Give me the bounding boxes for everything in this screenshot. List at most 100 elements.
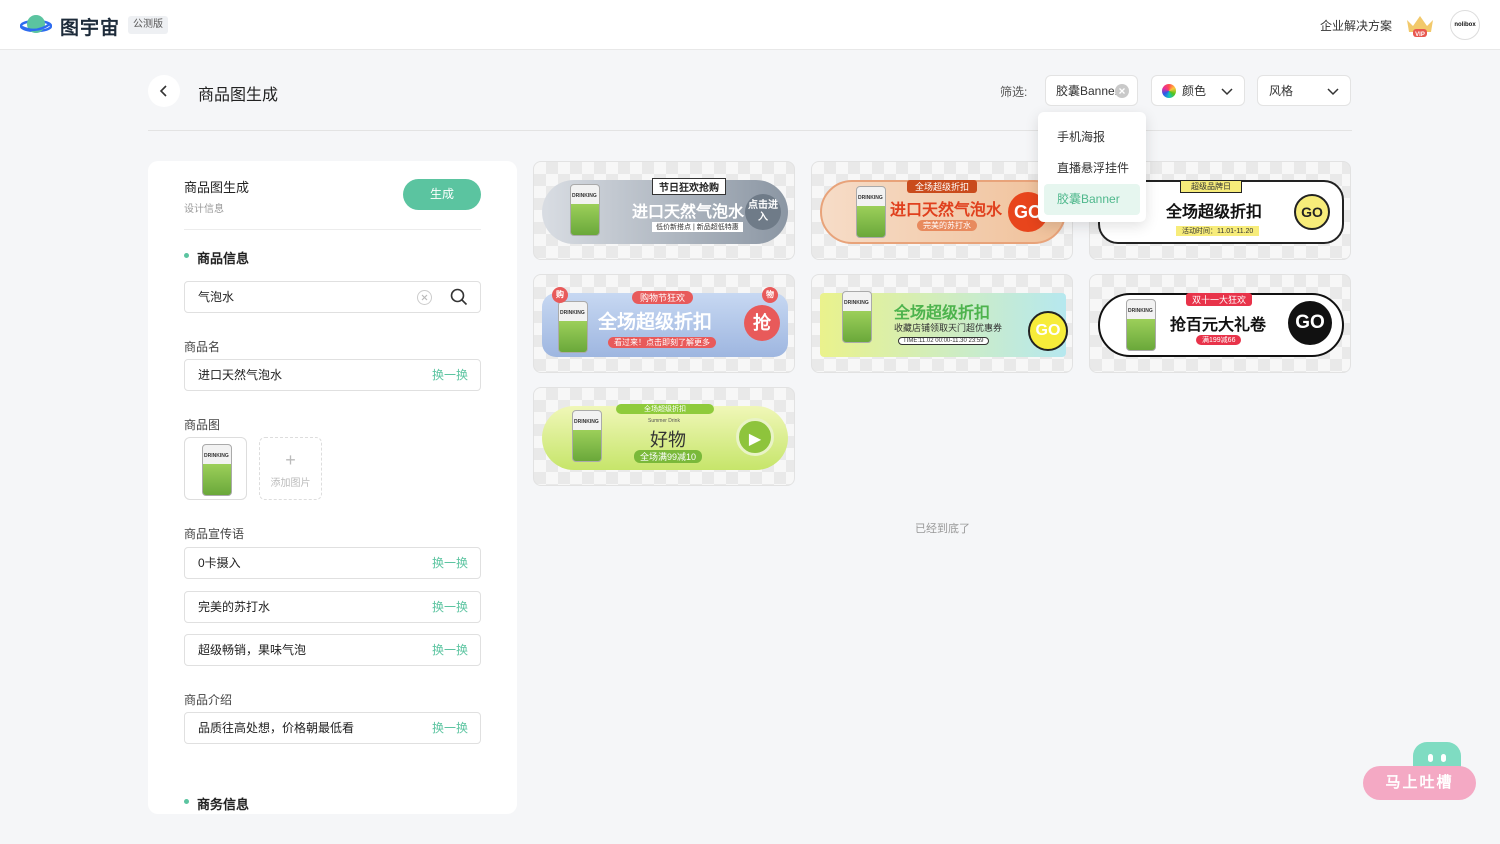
product-name-label: 商品名 <box>184 340 221 354</box>
planet-logo-icon[interactable] <box>20 12 52 38</box>
banner-left-badge: 购 <box>552 287 568 303</box>
slogan-field[interactable]: 0卡摄入 换一换 <box>184 547 481 579</box>
add-image-button[interactable]: + 添加图片 <box>259 437 322 500</box>
chevron-left-icon <box>159 85 167 97</box>
panel-divider <box>184 229 481 230</box>
intro-field[interactable]: 品质往高处想，价格朝最低看 换一换 <box>184 712 481 744</box>
filter-type-dropdown: 手机海报 直播悬浮挂件 胶囊Banner <box>1038 112 1146 222</box>
dropdown-item-mobile-poster[interactable]: 手机海报 <box>1038 122 1146 153</box>
banner-body: 购 物 购物节狂欢 全场超级折扣 看过来！点击即刻了解更多 抢 <box>542 287 788 357</box>
product-image-label: 商品图 <box>184 418 221 432</box>
can-image <box>558 301 588 353</box>
feedback-widget[interactable]: 马上吐槽 <box>1363 742 1476 802</box>
banner-title: 进口天然气泡水 <box>890 202 1003 219</box>
user-avatar[interactable]: nolibox <box>1450 10 1480 40</box>
filter-color-label: 颜色 <box>1182 84 1207 98</box>
banner-tag: 购物节狂欢 <box>632 291 694 304</box>
banner-body: 全场超级折扣 Summer Drink 好物 全场满99减10 ▶ <box>542 404 788 470</box>
swap-button[interactable]: 换一换 <box>432 713 468 743</box>
banner-card[interactable]: 双十一大狂欢 抢百元大礼卷 满199减66 GO <box>1089 274 1351 373</box>
color-wheel-icon <box>1162 84 1176 98</box>
slogan-value: 超级畅销，果味气泡 <box>198 643 307 657</box>
slogan-field[interactable]: 完美的苏打水 换一换 <box>184 591 481 623</box>
slogan-field[interactable]: 超级畅销，果味气泡 换一换 <box>184 634 481 666</box>
product-name-value: 进口天然气泡水 <box>198 368 283 382</box>
can-image <box>570 184 600 236</box>
banner-card[interactable]: 全场超级折扣 收藏店铺领取天门超优惠券 TIME:11.02 00:00-11.… <box>811 274 1073 373</box>
banner-tag: 双十一大狂欢 <box>1186 293 1253 306</box>
banner-card[interactable]: 购 物 购物节狂欢 全场超级折扣 看过来！点击即刻了解更多 抢 <box>533 274 795 373</box>
banner-action: ▶ <box>736 418 774 456</box>
panel-title: 商品图生成 <box>184 180 250 195</box>
generate-button[interactable]: 生成 <box>403 179 481 210</box>
swap-button[interactable]: 换一换 <box>432 360 468 390</box>
filter-style-select[interactable]: 风格 <box>1257 75 1351 106</box>
design-info-panel: 商品图生成 设计信息 生成 商品信息 气泡水 商品名 进口天然气泡水 换一换 商… <box>148 161 517 814</box>
filter-style-label: 风格 <box>1269 84 1294 98</box>
swap-button[interactable]: 换一换 <box>432 592 468 622</box>
banner-card[interactable]: 全场超级折扣 Summer Drink 好物 全场满99减10 ▶ <box>533 387 795 486</box>
banner-body: 双十一大狂欢 抢百元大礼卷 满199减66 GO <box>1098 293 1344 357</box>
banner-title: 好物 <box>650 430 686 450</box>
enterprise-solutions-link[interactable]: 企业解决方案 <box>1320 17 1392 34</box>
banner-action: GO <box>1288 301 1332 345</box>
can-image <box>856 186 886 238</box>
banner-tag: 节日狂欢抢购 <box>652 178 726 195</box>
add-image-label: 添加图片 <box>270 478 311 489</box>
search-value: 气泡水 <box>198 290 235 304</box>
slogan-label: 商品宣传语 <box>184 527 245 541</box>
banner-right-badge: 物 <box>762 287 778 303</box>
brand-name[interactable]: 图宇宙 <box>60 13 120 40</box>
end-of-list-text: 已经到底了 <box>915 523 970 535</box>
banner-subtitle: 收藏店铺领取天门超优惠券 <box>894 323 1003 333</box>
banner-title: 全场超级折扣 <box>894 305 991 322</box>
can-image <box>842 291 872 343</box>
banner-body: 全场超级折扣 收藏店铺领取天门超优惠券 TIME:11.02 00:00-11.… <box>820 291 1068 357</box>
dropdown-item-capsule-banner[interactable]: 胶囊Banner <box>1044 184 1140 215</box>
header-divider <box>148 130 1352 131</box>
banner-card[interactable]: 全场超级折扣 进口天然气泡水 完美的苏打水 GO <box>811 161 1073 260</box>
banner-card[interactable]: 节日狂欢抢购 进口天然气泡水 低价新搭点 | 新品超低特惠 点击进入 <box>533 161 795 260</box>
product-search-input[interactable]: 气泡水 <box>184 281 481 313</box>
banner-action: GO <box>1294 194 1330 230</box>
banner-subtitle: 低价新搭点 | 新品超低特惠 <box>652 222 743 232</box>
filter-type-value: 胶囊Banner <box>1056 84 1119 98</box>
filter-type-select[interactable]: 胶囊Banner <box>1045 75 1138 106</box>
banner-title: 进口天然气泡水 <box>632 204 745 221</box>
intro-value: 品质往高处想，价格朝最低看 <box>198 721 355 735</box>
banner-subtitle: 满199减66 <box>1196 335 1242 345</box>
section-product-info: 商品信息 <box>184 248 249 267</box>
banner-subtitle: 看过来！点击即刻了解更多 <box>608 337 716 348</box>
banner-small-text: Summer Drink <box>648 418 680 424</box>
search-icon[interactable] <box>450 288 468 306</box>
section-business-info: 商务信息 <box>184 794 249 813</box>
vip-crown-icon[interactable]: VIP <box>1404 12 1436 38</box>
banner-body: 节日狂欢抢购 进口天然气泡水 低价新搭点 | 新品超低特惠 点击进入 <box>542 178 788 244</box>
filter-label: 筛选: <box>1000 85 1028 99</box>
slogan-value: 0卡摄入 <box>198 556 241 570</box>
intro-label: 商品介绍 <box>184 693 233 707</box>
banner-subtitle: 活动时间：11.01-11.20 <box>1176 226 1260 236</box>
banner-title: 全场超级折扣 <box>598 312 713 333</box>
swap-button[interactable]: 换一换 <box>432 635 468 665</box>
feedback-button[interactable]: 马上吐槽 <box>1363 766 1476 800</box>
product-image-thumbnail[interactable] <box>184 437 247 500</box>
slogan-value: 完美的苏打水 <box>198 600 271 614</box>
beta-badge: 公测版 <box>128 16 168 34</box>
clear-icon[interactable] <box>417 290 432 305</box>
panel-subtitle: 设计信息 <box>184 204 224 215</box>
back-button[interactable] <box>148 75 180 107</box>
dropdown-item-live-widget[interactable]: 直播悬浮挂件 <box>1038 153 1146 184</box>
vip-label: VIP <box>1415 32 1425 38</box>
swap-button[interactable]: 换一换 <box>432 548 468 578</box>
banner-action: GO <box>1028 311 1068 351</box>
clear-icon[interactable] <box>1115 84 1129 98</box>
top-bar: 图宇宙 公测版 企业解决方案 VIP nolibox <box>0 0 1500 50</box>
banner-subtitle: 全场满99减10 <box>634 450 703 463</box>
page-title: 商品图生成 <box>198 87 279 104</box>
filter-color-select[interactable]: 颜色 <box>1151 75 1245 106</box>
banner-title: 抢百元大礼卷 <box>1170 317 1267 334</box>
product-name-field[interactable]: 进口天然气泡水 换一换 <box>184 359 481 391</box>
banner-action: 点击进入 <box>745 194 781 230</box>
banner-subtitle: 完美的苏打水 <box>917 220 977 231</box>
